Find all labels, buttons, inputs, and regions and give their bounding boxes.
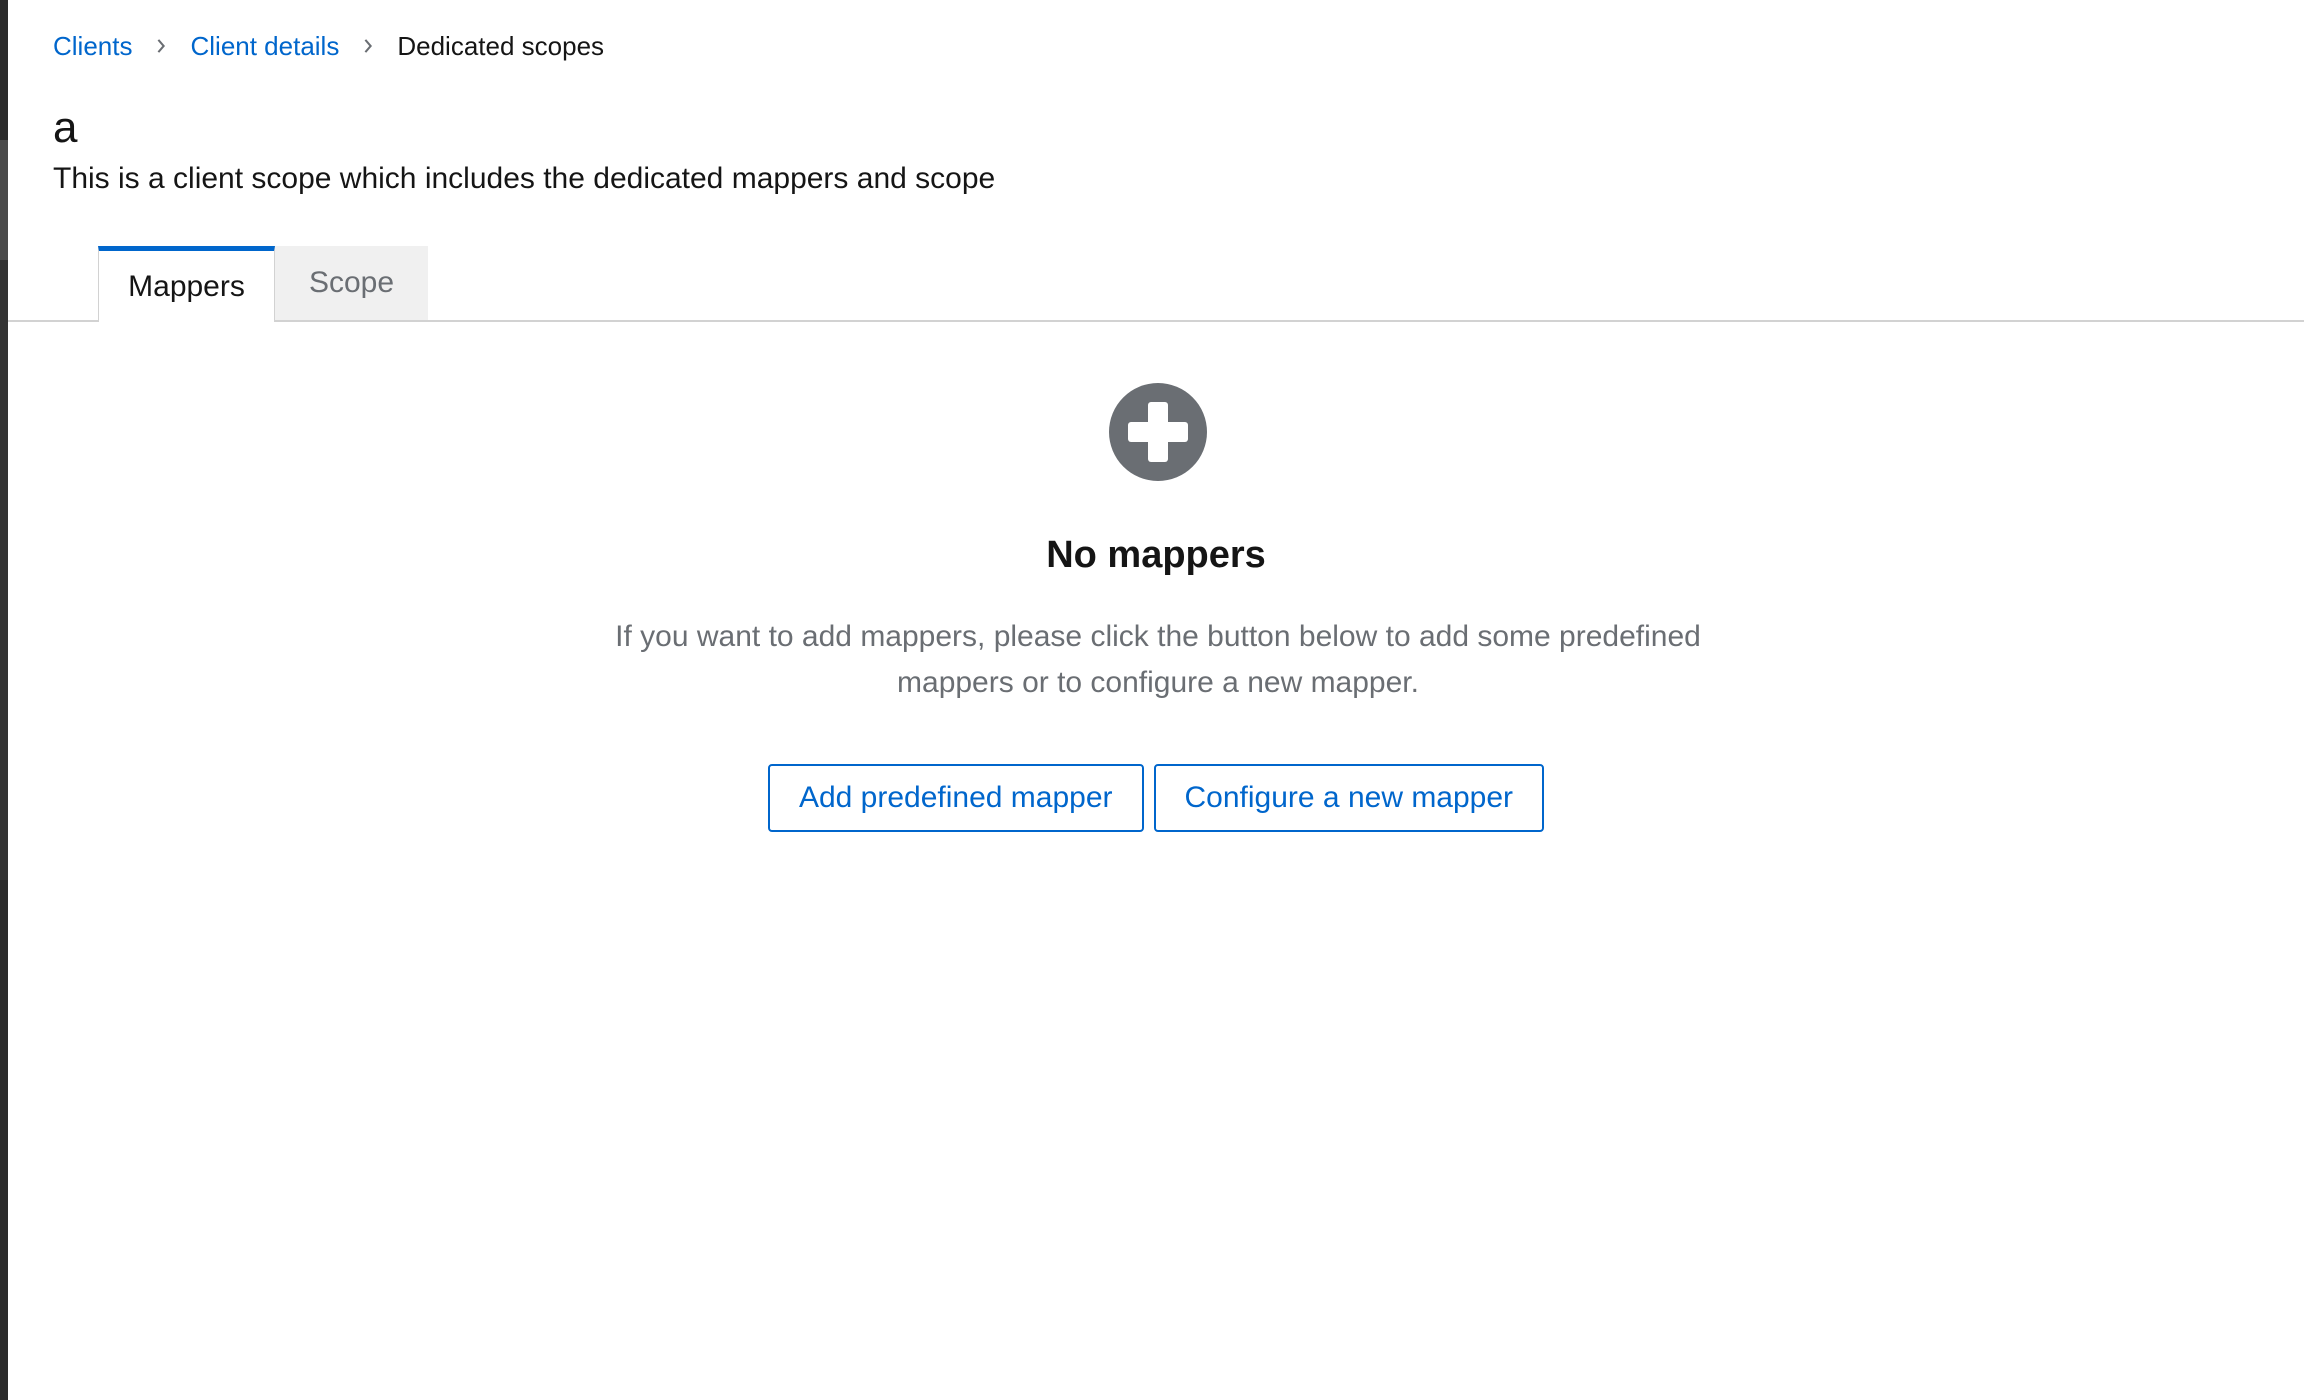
chevron-right-icon [339,39,397,53]
left-rail [0,0,8,1400]
tab-mappers[interactable]: Mappers [98,246,275,322]
tab-scope[interactable]: Scope [275,246,428,320]
configure-new-mapper-button[interactable]: Configure a new mapper [1153,764,1545,832]
rail-segment [0,140,8,260]
plus-circle-icon [1109,383,1207,481]
empty-state-body: If you want to add mappers, please click… [615,620,1701,699]
rail-segment [0,260,8,880]
add-predefined-mapper-button[interactable]: Add predefined mapper [767,764,1144,832]
page-description: This is a client scope which includes th… [53,162,996,195]
breadcrumb-client-details-link[interactable]: Client details [190,28,339,64]
breadcrumb-clients-link[interactable]: Clients [53,28,132,64]
breadcrumb-current: Dedicated scopes [397,31,605,61]
tab-bar: Mappers Scope [8,246,2304,322]
chevron-right-icon [132,39,190,53]
empty-state-title: No mappers [1046,534,1266,576]
page-content: Clients Client details Dedicated scopes … [8,0,2304,1400]
empty-state-actions: Add predefined mapper Configure a new ma… [8,764,2304,832]
page-title: a [53,103,78,152]
breadcrumb: Clients Client details Dedicated scopes [53,28,604,64]
